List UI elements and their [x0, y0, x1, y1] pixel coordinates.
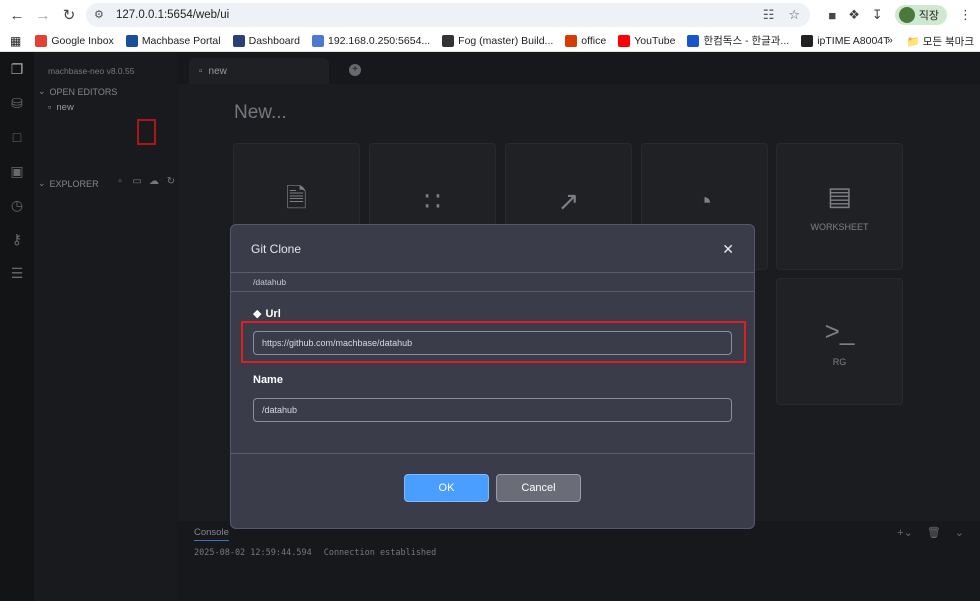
bookmarks-more-button[interactable]: » [887, 34, 893, 49]
bookmark-item[interactable]: YouTube [618, 33, 675, 48]
apps-icon[interactable]: ▦ [10, 34, 21, 48]
bookmark-label: Machbase Portal [141, 34, 221, 47]
bookmark-item[interactable]: Dashboard [232, 33, 300, 48]
url-label: ◆ Url [253, 307, 281, 321]
translate-icon[interactable]: ☷ [763, 7, 775, 23]
all-bookmarks-folder[interactable]: 📁 모든 북마크 [907, 34, 974, 49]
git-clone-dialog: Git Clone ✕ /datahub ◆ Url https://githu… [230, 224, 755, 529]
forward-button[interactable]: → [30, 2, 56, 28]
bookmark-item[interactable]: office [565, 33, 606, 48]
bookmark-label: 한컴독스 - 한글과... [703, 35, 790, 47]
bookmark-favicon-icon [232, 34, 245, 47]
bookmark-item[interactable]: Fog (master) Build... [442, 33, 553, 48]
bookmark-favicon-icon [442, 34, 455, 47]
git-icon: ◆ [253, 308, 262, 320]
address-text: 127.0.0.1:5654/web/ui [116, 9, 230, 21]
profile-button[interactable]: 직장 [894, 5, 947, 25]
ok-button[interactable]: OK [404, 474, 489, 502]
puzzle-icon[interactable]: ❖ [848, 7, 860, 23]
extension-icon[interactable]: ■ [828, 8, 836, 23]
site-info-icon[interactable]: ⚙ [94, 8, 108, 22]
cancel-button[interactable]: Cancel [496, 474, 581, 502]
name-input[interactable]: /datahub [253, 398, 732, 422]
bookmark-label: Dashboard [248, 34, 300, 47]
close-icon[interactable]: ✕ [722, 241, 734, 258]
avatar [898, 7, 915, 23]
download-icon[interactable]: ↧ [872, 7, 883, 23]
bookmark-item[interactable]: 한컴독스 - 한글과... [687, 33, 789, 48]
bookmark-label: ipTIME A8004T [817, 34, 890, 47]
bookmark-favicon-icon [125, 34, 138, 47]
bookmarks-bar: ▦ Google Inbox Machbase Portal Dashboard 19… [0, 30, 980, 52]
bookmark-item[interactable]: 192.168.0.250:5654... [311, 33, 431, 48]
dialog-title: Git Clone [251, 241, 302, 256]
bookmark-favicon-icon [311, 34, 324, 47]
bookmark-label: 192.168.0.250:5654... [327, 34, 431, 47]
name-label: Name [253, 374, 283, 386]
bookmark-label: Google Inbox [51, 34, 114, 47]
profile-label: 직장 [918, 10, 939, 22]
bookmark-favicon-icon [687, 34, 700, 47]
bookmark-item[interactable]: ipTIME A8004T [801, 33, 890, 48]
bookmark-favicon-icon [565, 34, 578, 47]
back-button[interactable]: ← [4, 2, 30, 28]
address-bar[interactable]: ⚙ 127.0.0.1:5654/web/ui ☷ ☆ [86, 3, 810, 27]
menu-icon[interactable]: ⋮ [959, 7, 972, 23]
bookmark-favicon-icon [618, 34, 631, 47]
bookmark-favicon-icon [35, 34, 48, 47]
bookmark-label: Fog (master) Build... [458, 34, 554, 47]
bookmark-item[interactable]: Google Inbox [35, 33, 114, 48]
dialog-footer: OK Cancel [231, 453, 754, 528]
url-label-text: Url [265, 307, 281, 320]
dialog-header: Git Clone ✕ [231, 225, 754, 273]
bookmark-favicon-icon [801, 34, 814, 47]
bookmark-item[interactable]: Machbase Portal [125, 33, 221, 48]
url-highlight [241, 321, 746, 363]
reload-button[interactable]: ↻ [56, 2, 82, 28]
all-bookmarks-label: 모든 북마크 [922, 36, 974, 48]
bookmark-star-icon[interactable]: ☆ [788, 7, 800, 23]
bookmark-label: YouTube [634, 34, 676, 47]
bookmark-label: office [581, 34, 607, 47]
dialog-path: /datahub [231, 273, 754, 292]
